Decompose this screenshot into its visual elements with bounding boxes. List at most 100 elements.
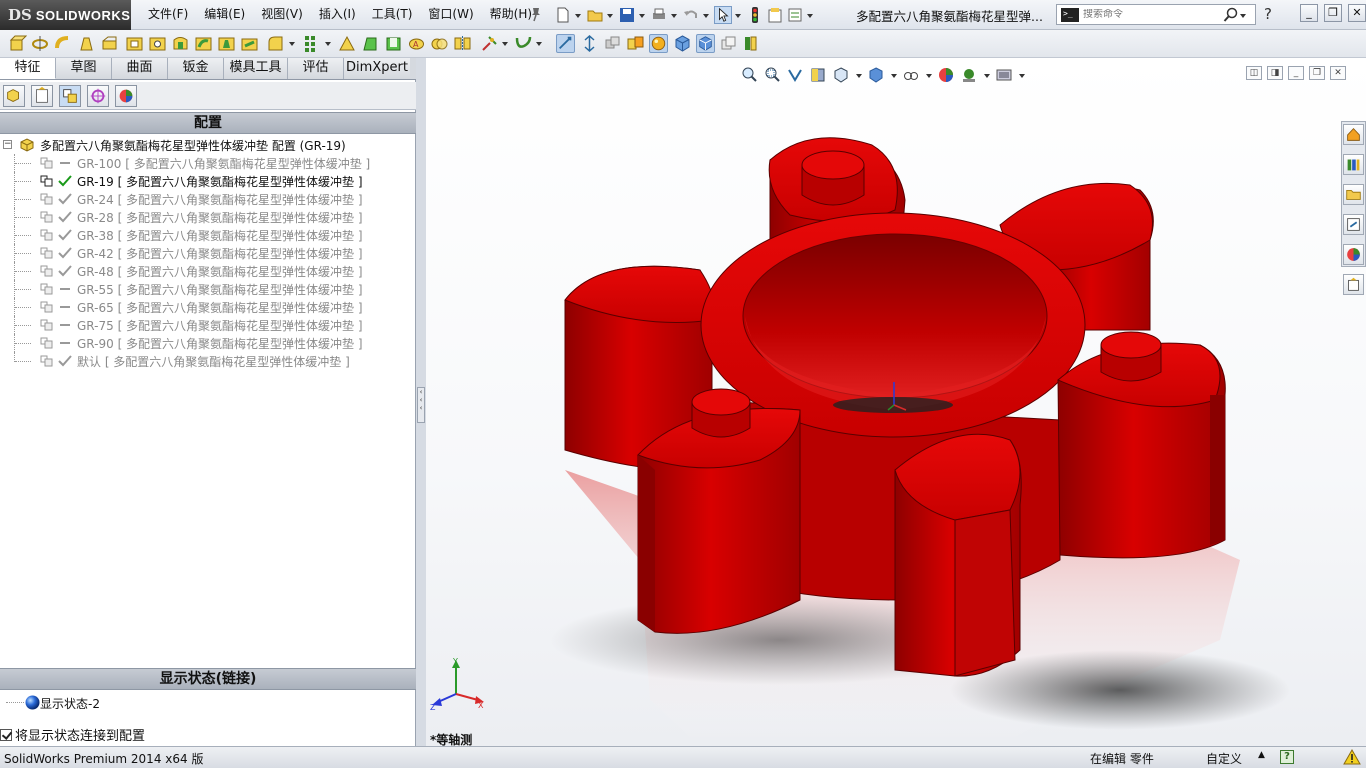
collapse-toggle[interactable]: − xyxy=(3,140,12,149)
tab-evaluate[interactable]: 评估 xyxy=(288,58,344,79)
appearance-sphere-icon[interactable] xyxy=(649,34,668,53)
draft-icon[interactable] xyxy=(361,34,380,53)
rebuild-traffic-light-icon[interactable] xyxy=(746,6,764,24)
apply-scene-dropdown[interactable] xyxy=(983,66,991,84)
unit-system-arrow-icon[interactable]: ▲ xyxy=(1258,750,1265,760)
solidworks-resources-icon[interactable] xyxy=(1343,124,1364,145)
viewport-minimize-button[interactable]: _ xyxy=(1288,66,1304,80)
undo-dropdown[interactable] xyxy=(702,6,710,24)
solidworks-logo[interactable]: DS SOLIDWORKS xyxy=(0,0,131,30)
configuration-row[interactable]: GR-65 [ 多配置六八角聚氨酯梅花星型弹性体缓冲垫 ] xyxy=(0,298,416,316)
linear-pattern-icon[interactable] xyxy=(303,34,322,53)
intersect-icon[interactable] xyxy=(430,34,449,53)
menu-window[interactable]: 窗口(W) xyxy=(420,6,481,23)
save-icon[interactable] xyxy=(618,6,636,24)
revolved-cut-icon[interactable] xyxy=(171,34,190,53)
restore-window-button[interactable]: ❐ xyxy=(1324,4,1342,22)
configuration-row[interactable]: GR-48 [ 多配置六八角聚氨酯梅花星型弹性体缓冲垫 ] xyxy=(0,262,416,280)
shell-icon[interactable] xyxy=(384,34,403,53)
viewport-close-button[interactable]: ✕ xyxy=(1330,66,1346,80)
hide-show-dropdown[interactable] xyxy=(925,66,933,84)
open-dropdown[interactable] xyxy=(606,6,614,24)
quick-tips-help-icon[interactable]: ? xyxy=(1280,750,1294,764)
boundary-cut-icon[interactable] xyxy=(240,34,259,53)
hide-show-items-icon[interactable] xyxy=(902,66,920,84)
display-style-dropdown[interactable] xyxy=(890,66,898,84)
custom-properties-icon[interactable] xyxy=(1343,274,1364,295)
viewport-restore-button[interactable]: ❐ xyxy=(1309,66,1325,80)
pin-icon[interactable] xyxy=(528,6,544,22)
display-style-icon[interactable] xyxy=(867,66,885,84)
revolved-boss-icon[interactable] xyxy=(31,34,50,53)
boundary-boss-icon[interactable] xyxy=(100,34,119,53)
select-dropdown[interactable] xyxy=(734,6,742,24)
new-dropdown[interactable] xyxy=(574,6,582,24)
print-icon[interactable] xyxy=(650,6,668,24)
search-icon[interactable] xyxy=(1223,7,1239,23)
swept-cut-icon[interactable] xyxy=(194,34,213,53)
select-pointer-icon[interactable] xyxy=(714,6,732,24)
file-explorer-icon[interactable] xyxy=(1343,184,1364,205)
hole-wizard-icon[interactable] xyxy=(148,34,167,53)
configuration-row[interactable]: GR-90 [ 多配置六八角聚氨酯梅花星型弹性体缓冲垫 ] xyxy=(0,334,416,352)
split-part-icon[interactable] xyxy=(626,34,645,53)
menu-file[interactable]: 文件(F) xyxy=(140,6,196,23)
link-display-state-option[interactable]: 将显示状态连接到配置 xyxy=(0,725,145,744)
menu-edit[interactable]: 编辑(E) xyxy=(196,6,253,23)
edit-appearance-icon[interactable] xyxy=(937,66,955,84)
close-window-button[interactable]: ✕ xyxy=(1348,4,1366,22)
view-palette-icon[interactable] xyxy=(1343,214,1364,235)
unit-system-text[interactable]: 自定义 xyxy=(1206,750,1242,767)
configuration-root[interactable]: − 多配置六八角聚氨酯梅花星型弹性体缓冲垫 配置 (GR-19) xyxy=(0,136,416,154)
design-library-icon[interactable] xyxy=(1343,154,1364,175)
warning-feedback-icon[interactable] xyxy=(1343,749,1361,765)
lofted-boss-icon[interactable] xyxy=(77,34,96,53)
zoom-to-area-icon[interactable] xyxy=(763,66,781,84)
feature-manager-tree-icon[interactable] xyxy=(3,85,25,107)
view-settings-dropdown[interactable] xyxy=(1018,66,1026,84)
reference-geometry-icon[interactable] xyxy=(480,34,499,53)
open-folder-icon[interactable] xyxy=(586,6,604,24)
configuration-manager-icon[interactable] xyxy=(59,85,81,107)
copy-view-icon[interactable] xyxy=(719,34,738,53)
options-dropdown[interactable] xyxy=(806,6,814,24)
file-properties-icon[interactable] xyxy=(766,6,784,24)
dimxpert-manager-icon[interactable] xyxy=(87,85,109,107)
search-command-box[interactable] xyxy=(1056,4,1256,25)
viewport-split-left-button[interactable]: ◫ xyxy=(1246,66,1262,80)
configuration-row[interactable]: GR-75 [ 多配置六八角聚氨酯梅花星型弹性体缓冲垫 ] xyxy=(0,316,416,334)
lofted-cut-icon[interactable] xyxy=(217,34,236,53)
search-input[interactable] xyxy=(1083,9,1223,20)
display-manager-icon[interactable] xyxy=(115,85,137,107)
fillet-dropdown[interactable] xyxy=(288,34,296,52)
configuration-row[interactable]: GR-55 [ 多配置六八角聚氨酯梅花星型弹性体缓冲垫 ] xyxy=(0,280,416,298)
zoom-to-fit-icon[interactable] xyxy=(740,66,758,84)
curves-icon[interactable] xyxy=(514,34,533,53)
curves-dropdown[interactable] xyxy=(535,34,543,52)
library-book-icon[interactable] xyxy=(742,34,761,53)
section-view-icon[interactable] xyxy=(809,66,827,84)
tab-surfaces[interactable]: 曲面 xyxy=(112,58,168,79)
move-face-icon[interactable] xyxy=(580,34,599,53)
swept-boss-icon[interactable] xyxy=(54,34,73,53)
undo-icon[interactable] xyxy=(682,6,700,24)
display-state-item[interactable]: 显示状态-2 xyxy=(6,693,416,713)
configuration-row[interactable]: GR-19 [ 多配置六八角聚氨酯梅花星型弹性体缓冲垫 ] xyxy=(0,172,416,190)
collapse-panel-grip[interactable]: ‹ ‹ ‹ xyxy=(417,387,425,423)
save-dropdown[interactable] xyxy=(638,6,646,24)
menu-tools[interactable]: 工具(T) xyxy=(364,6,421,23)
tab-sketch[interactable]: 草图 xyxy=(56,58,112,79)
extruded-boss-icon[interactable] xyxy=(8,34,27,53)
search-dropdown[interactable] xyxy=(1239,6,1247,24)
display-style-cube-icon[interactable] xyxy=(673,34,692,53)
tab-mold-tools[interactable]: 模具工具 xyxy=(224,58,288,79)
new-document-icon[interactable] xyxy=(554,6,572,24)
view-settings-icon[interactable] xyxy=(995,66,1013,84)
previous-view-icon[interactable] xyxy=(786,66,804,84)
appearances-scenes-icon[interactable] xyxy=(1343,244,1364,265)
tab-sheet-metal[interactable]: 钣金 xyxy=(168,58,224,79)
view-orientation-icon[interactable] xyxy=(832,66,850,84)
configuration-row[interactable]: GR-42 [ 多配置六八角聚氨酯梅花星型弹性体缓冲垫 ] xyxy=(0,244,416,262)
pattern-dropdown[interactable] xyxy=(324,34,332,52)
view-orientation-dropdown[interactable] xyxy=(855,66,863,84)
